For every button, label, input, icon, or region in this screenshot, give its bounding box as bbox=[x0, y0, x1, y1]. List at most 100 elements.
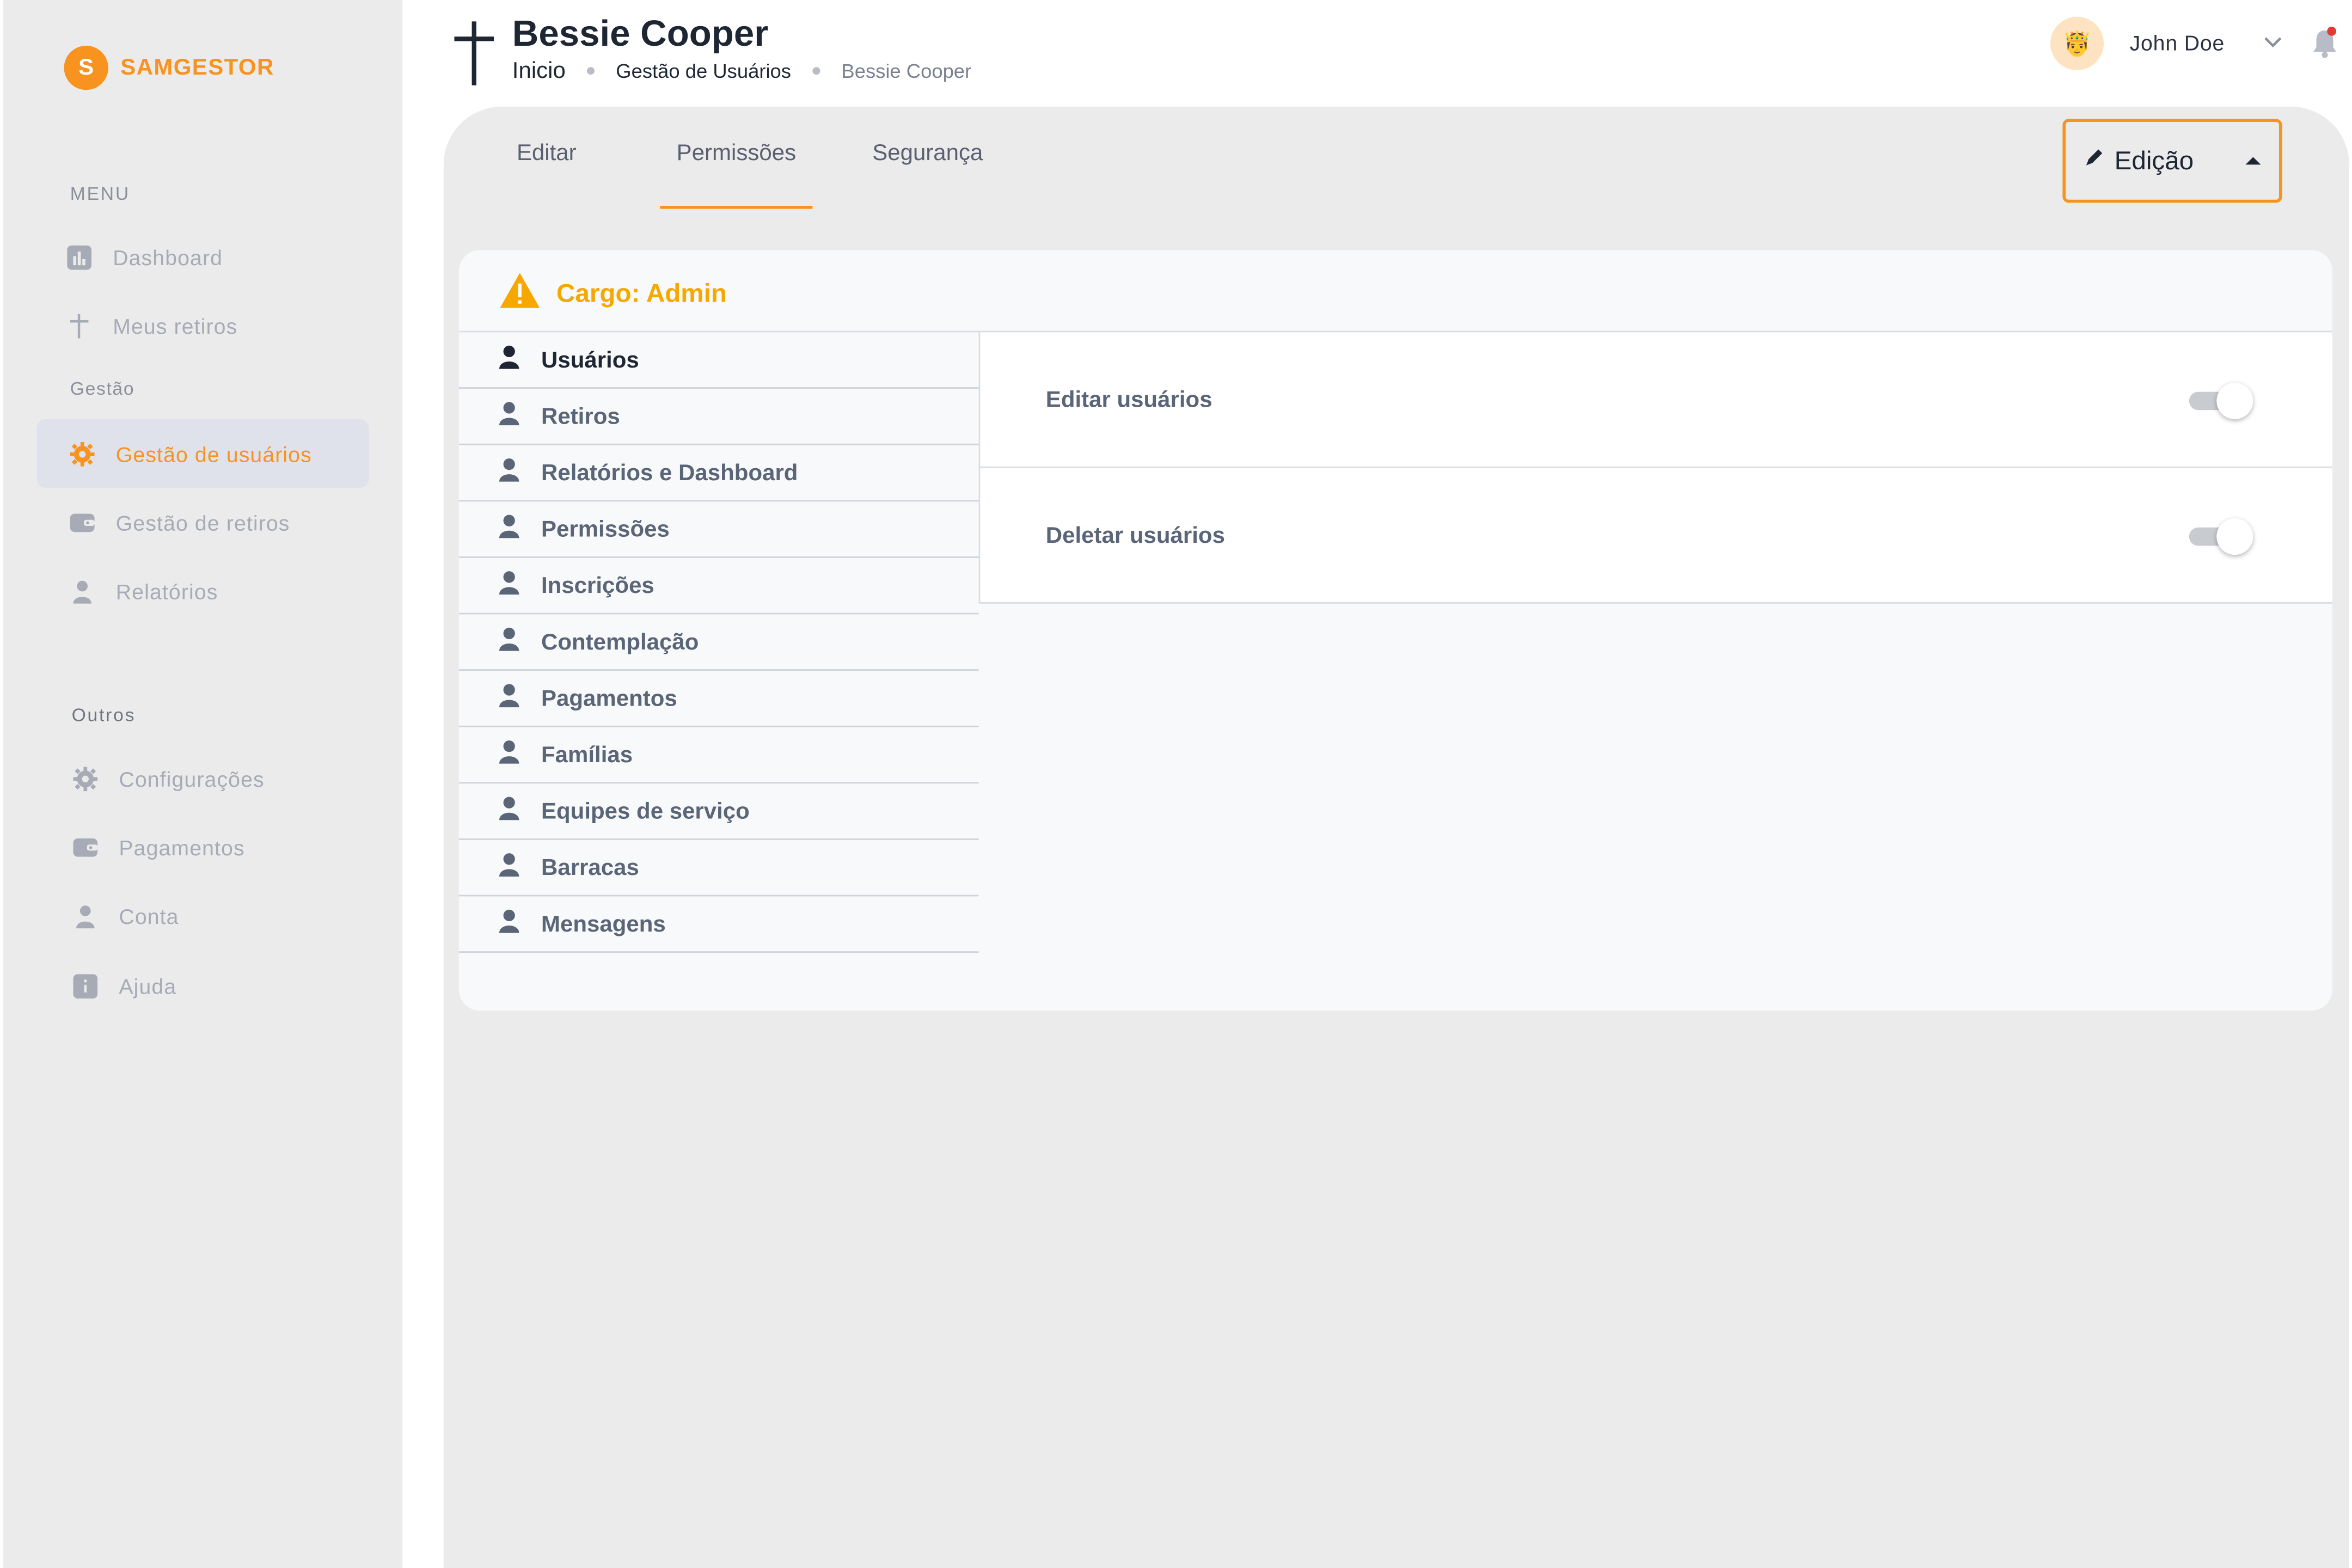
gear-icon bbox=[73, 766, 98, 791]
permission-row: Deletar usuários bbox=[980, 468, 2332, 604]
brand-name: SAMGESTOR bbox=[120, 54, 274, 81]
permission-module-label: Mensagens bbox=[541, 911, 666, 937]
mode-select[interactable]: Edição bbox=[2062, 119, 2282, 203]
permission-toggle[interactable] bbox=[2189, 518, 2253, 555]
sidebar-item-label: Gestão de usuários bbox=[115, 441, 312, 466]
permission-module-item[interactable]: Contemplação bbox=[458, 614, 979, 671]
user-icon bbox=[499, 852, 520, 883]
role-header: Cargo: Admin bbox=[499, 271, 727, 317]
tab-editar[interactable]: Editar bbox=[489, 140, 604, 207]
breadcrumb-home[interactable]: Inicio bbox=[512, 58, 566, 84]
permission-module-list: Usuários Retiros Relatórios e Dashboard Per… bbox=[458, 332, 979, 953]
sidebar-item-dashboard[interactable]: Dashboard bbox=[34, 223, 366, 291]
mode-select-value: Edição bbox=[2114, 145, 2194, 175]
main-panel: Editar Permissões Segurança Edição Cargo… bbox=[443, 107, 2349, 1568]
sidebar-item-label: Relatórios bbox=[115, 578, 218, 603]
tab-label: Editar bbox=[516, 140, 577, 167]
wallet-icon bbox=[70, 510, 95, 535]
sidebar-item-label: Meus retiros bbox=[113, 313, 238, 338]
page-title: Bessie Cooper bbox=[512, 14, 769, 55]
sidebar-item-gestao-retiros[interactable]: Gestão de retiros bbox=[36, 488, 369, 556]
wallet-icon bbox=[73, 835, 98, 859]
user-icon bbox=[499, 909, 520, 939]
user-icon bbox=[499, 739, 520, 770]
permission-module-label: Permissões bbox=[541, 516, 670, 542]
warning-icon bbox=[499, 271, 541, 317]
logo-mark: S bbox=[64, 46, 108, 90]
user-icon bbox=[499, 570, 520, 601]
sidebar-item-label: Configurações bbox=[119, 766, 265, 791]
permission-label: Editar usuários bbox=[1045, 386, 1212, 413]
sidebar-item-ajuda[interactable]: Ajuda bbox=[40, 951, 372, 1020]
permission-module-item[interactable]: Equipes de serviço bbox=[458, 783, 979, 840]
sidebar-item-label: Pagamentos bbox=[119, 835, 245, 859]
breadcrumb: Inicio Gestão de Usuários Bessie Cooper bbox=[512, 58, 971, 84]
sidebar-item-meus-retiros[interactable]: Meus retiros bbox=[34, 291, 366, 360]
permission-module-item[interactable]: Retiros bbox=[458, 389, 979, 445]
caret-up-icon bbox=[2245, 157, 2261, 165]
user-icon bbox=[499, 457, 520, 488]
role-title: Cargo: Admin bbox=[556, 279, 727, 308]
breadcrumb-separator bbox=[587, 67, 595, 75]
user-icon bbox=[499, 796, 520, 826]
breadcrumb-separator bbox=[812, 67, 820, 75]
chevron-down-icon[interactable] bbox=[2262, 30, 2283, 59]
user-icon bbox=[70, 579, 95, 603]
sidebar-item-configuracoes[interactable]: Configurações bbox=[40, 744, 372, 812]
permission-module-item[interactable]: Inscrições bbox=[458, 558, 979, 615]
gestao-section-label: Gestão bbox=[70, 378, 135, 400]
permission-toggle[interactable] bbox=[2189, 382, 2253, 419]
outros-section-label: Outros bbox=[71, 704, 136, 726]
user-icon bbox=[499, 627, 520, 657]
user-name[interactable]: John Doe bbox=[2130, 30, 2225, 55]
tab-seguranca[interactable]: Segurança bbox=[863, 140, 993, 207]
sidebar-item-conta[interactable]: Conta bbox=[40, 881, 372, 950]
user-icon bbox=[499, 401, 520, 431]
permission-detail: Editar usuários Deletar usuários bbox=[978, 332, 2332, 604]
permission-module-label: Equipes de serviço bbox=[541, 798, 750, 824]
user-icon bbox=[499, 345, 520, 375]
breadcrumb-current: Bessie Cooper bbox=[841, 59, 972, 83]
user-icon bbox=[499, 514, 520, 544]
sidebar-item-label: Ajuda bbox=[119, 973, 177, 998]
sidebar-item-relatorios[interactable]: Relatórios bbox=[36, 556, 369, 625]
permission-label: Deletar usuários bbox=[1045, 522, 1225, 548]
user-icon bbox=[499, 683, 520, 713]
permission-module-item[interactable]: Pagamentos bbox=[458, 671, 979, 727]
tab-permissoes[interactable]: Permissões bbox=[660, 140, 813, 209]
permission-module-item[interactable]: Famílias bbox=[458, 727, 979, 784]
permission-module-item[interactable]: Barracas bbox=[458, 840, 979, 897]
sidebar-item-pagamentos[interactable]: Pagamentos bbox=[40, 812, 372, 881]
toggle-knob bbox=[2216, 382, 2253, 419]
sidebar: S SAMGESTOR MENU Dashboard Meus retiros … bbox=[3, 0, 403, 1568]
permission-module-item[interactable]: Permissões bbox=[458, 501, 979, 558]
sidebar-item-label: Dashboard bbox=[113, 244, 223, 270]
permission-row: Editar usuários bbox=[980, 332, 2332, 468]
sidebar-item-gestao-usuarios[interactable]: Gestão de usuários bbox=[36, 419, 369, 488]
user-icon bbox=[73, 903, 97, 928]
info-icon bbox=[73, 973, 98, 998]
permission-module-label: Usuários bbox=[541, 347, 639, 373]
permission-module-label: Famílias bbox=[541, 742, 633, 768]
gear-icon bbox=[70, 441, 95, 466]
permission-module-item[interactable]: Mensagens bbox=[458, 896, 979, 953]
brand-logo[interactable]: S SAMGESTOR bbox=[64, 46, 274, 90]
permission-module-label: Pagamentos bbox=[541, 685, 677, 712]
permissions-card: Cargo: Admin Usuários Retiros Relatórios e… bbox=[458, 250, 2332, 1011]
tab-label: Segurança bbox=[872, 140, 983, 167]
sidebar-item-label: Conta bbox=[119, 903, 179, 928]
permission-module-item[interactable]: Relatórios e Dashboard bbox=[458, 445, 979, 502]
cross-icon bbox=[67, 313, 91, 338]
permission-module-label: Barracas bbox=[541, 854, 639, 880]
pencil-icon bbox=[2084, 146, 2105, 175]
menu-section-label: MENU bbox=[70, 183, 130, 205]
chart-icon bbox=[67, 244, 91, 270]
permission-module-label: Inscrições bbox=[541, 572, 654, 598]
bell-icon[interactable] bbox=[2311, 26, 2338, 68]
permission-module-item[interactable]: Usuários bbox=[458, 332, 979, 389]
sidebar-item-label: Gestão de retiros bbox=[115, 510, 290, 535]
breadcrumb-section[interactable]: Gestão de Usuários bbox=[616, 59, 791, 82]
toggle-knob bbox=[2216, 518, 2253, 555]
avatar[interactable]: 🤴 bbox=[2050, 16, 2104, 70]
tab-label: Permissões bbox=[676, 140, 797, 167]
